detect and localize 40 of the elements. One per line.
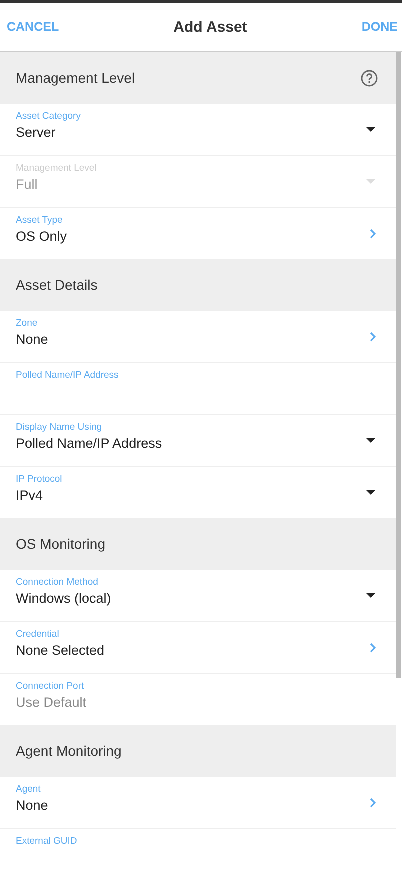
dropdown-caret-icon [366, 593, 376, 598]
field-label: Connection Port [16, 681, 86, 692]
chevron-right-icon [370, 798, 376, 808]
dropdown-caret-icon [366, 179, 376, 184]
field-label: IP Protocol [16, 474, 62, 485]
field-value: Polled Name/IP Address [16, 436, 162, 452]
field-label: Polled Name/IP Address [16, 370, 119, 381]
placeholder-text: Use Default [16, 695, 87, 711]
field-value: OS Only [16, 229, 68, 245]
field-label: Zone [16, 318, 39, 329]
dropdown-field[interactable]: IP Protocol IPv4 [0, 467, 396, 518]
field-value: None [16, 798, 48, 814]
field-label: Agent [16, 784, 42, 795]
field-value: Server [16, 125, 57, 141]
selector-row[interactable]: Asset Type OS Only [0, 208, 396, 259]
page-title: Add Asset [174, 18, 248, 36]
chevron-right-icon [370, 228, 376, 238]
section-title: Agent Monitoring [16, 743, 122, 759]
scrollbar[interactable] [396, 52, 401, 678]
dropdown-caret-icon [366, 438, 376, 443]
field-value: Windows (local) [16, 591, 112, 607]
field-label: Asset Type [16, 215, 64, 226]
chevron-right-icon [370, 332, 376, 342]
field-label: Connection Method [16, 577, 100, 588]
chevron-right-icon [370, 642, 376, 652]
field-label: External GUID [16, 836, 78, 847]
input-field[interactable]: Connection Port Use Default [0, 674, 396, 725]
field-value: None [16, 332, 48, 348]
help-icon[interactable] [361, 70, 378, 86]
field-label: Display Name Using [16, 422, 104, 433]
field-value: Full [16, 177, 39, 193]
section-title: OS Monitoring [16, 536, 106, 552]
field-label: Asset Category [16, 111, 81, 122]
section-title: Asset Details [16, 277, 98, 293]
field-value: None Selected [16, 643, 105, 659]
section-title: Management Level [16, 70, 136, 86]
dropdown-caret-icon [366, 490, 376, 495]
field-value: IPv4 [16, 488, 44, 504]
dropdown-caret-icon [366, 127, 376, 132]
field-label: Credential [16, 629, 60, 640]
